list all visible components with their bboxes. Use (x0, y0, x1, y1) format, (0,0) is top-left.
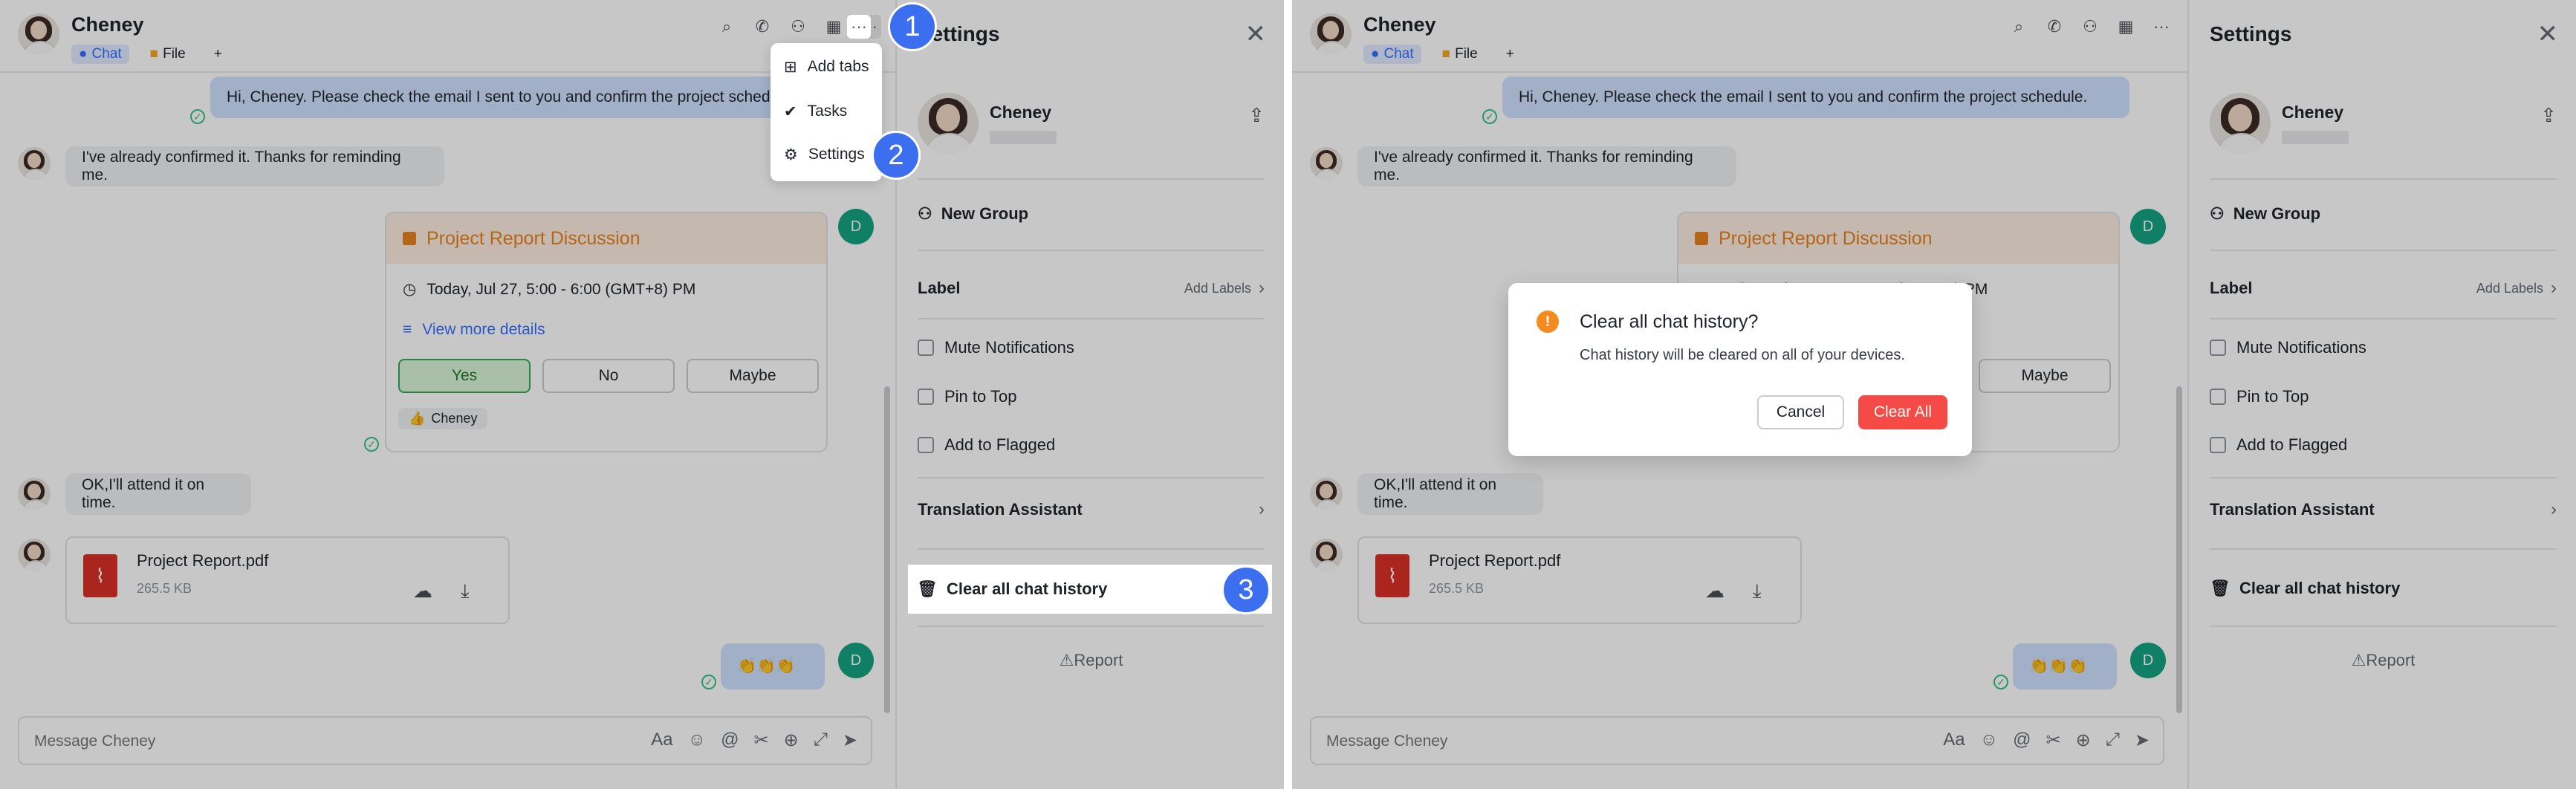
clear-history-dialog: ! Clear all chat history? Chat history w… (1508, 283, 1972, 456)
step-badge-2: 2 (872, 131, 921, 180)
menu-item-label: Tasks (807, 103, 848, 120)
more-menu: ⊞ Add tabs ✔ Tasks ⚙ Settings (770, 43, 882, 181)
menu-item-label: Settings (808, 146, 865, 163)
step-badge-1: 1 (888, 2, 937, 51)
tasks-icon: ✔ (784, 103, 797, 120)
add-tabs-icon: ⊞ (784, 58, 797, 76)
panel-separator (1284, 0, 1292, 789)
clear-all-button[interactable]: Clear All (1858, 395, 1947, 429)
menu-item-settings[interactable]: ⚙ Settings (770, 134, 882, 175)
step-badge-3: 3 (1222, 565, 1271, 614)
dialog-title: Clear all chat history? (1580, 311, 1759, 332)
left-screenshot-panel: Cheney ●Chat ■File + ⌕ ✆ ⚇ ▦ ··· Hi, Che… (0, 0, 1284, 789)
menu-item-tasks[interactable]: ✔ Tasks (770, 91, 882, 132)
clear-history-highlight[interactable]: 🗑 Clear all chat history (908, 565, 1272, 614)
dim-overlay (0, 0, 1284, 789)
dialog-body: Chat history will be cleared on all of y… (1580, 347, 1905, 363)
trash-icon: 🗑 (917, 579, 938, 598)
clear-history-row-highlighted[interactable]: 🗑 Clear all chat history (917, 577, 1214, 601)
more-icon-highlighted[interactable]: ··· (847, 15, 871, 39)
menu-item-add-tabs[interactable]: ⊞ Add tabs (770, 46, 882, 88)
gear-icon: ⚙ (784, 146, 798, 163)
clear-history-label: Clear all chat history (946, 579, 1108, 598)
warning-icon: ! (1537, 311, 1559, 333)
menu-item-label: Add tabs (807, 58, 869, 75)
cancel-button[interactable]: Cancel (1757, 395, 1844, 429)
